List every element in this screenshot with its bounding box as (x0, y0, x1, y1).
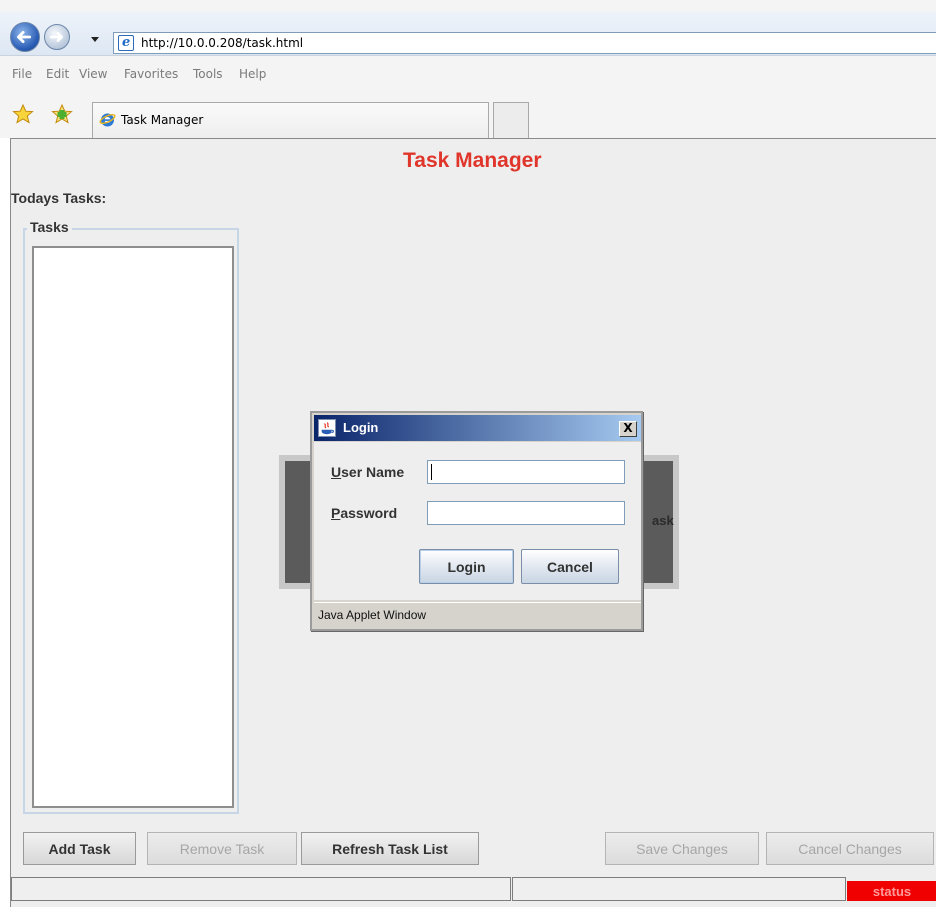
menu-edit[interactable]: Edit (46, 67, 69, 81)
new-tab-button[interactable] (493, 102, 529, 138)
menu-view[interactable]: View (79, 67, 107, 81)
background-panel-text: ask (652, 513, 674, 528)
java-icon (318, 419, 336, 437)
status-field (11, 877, 511, 901)
status-badge: status (847, 881, 936, 901)
page-title: Task Manager (403, 149, 542, 172)
close-icon: X (623, 421, 633, 435)
text-caret (431, 464, 432, 480)
back-button[interactable] (10, 22, 40, 52)
add-favorite-icon[interactable] (51, 104, 73, 124)
username-field[interactable] (427, 460, 625, 484)
save-changes-button[interactable]: Save Changes (605, 832, 759, 865)
menu-tools[interactable]: Tools (193, 67, 223, 81)
tab-title: Task Manager (121, 113, 204, 127)
username-label-text: ser Name (341, 464, 405, 480)
dialog-body: User Name Password Login Cancel (314, 442, 641, 600)
todays-tasks-label: Todays Tasks: (11, 190, 107, 206)
close-button[interactable]: X (619, 421, 637, 437)
cancel-button[interactable]: Cancel (521, 549, 619, 584)
address-bar[interactable]: e http://10.0.0.208/task.html (113, 32, 936, 54)
cancel-changes-button[interactable]: Cancel Changes (766, 832, 934, 865)
password-field[interactable] (427, 501, 625, 525)
forward-arrow-icon (50, 31, 63, 43)
login-dialog: Login X User Name Password Login Cancel … (310, 411, 643, 631)
dialog-titlebar[interactable]: Login X (314, 415, 641, 441)
status-field-secondary (512, 877, 846, 901)
address-row: e http://10.0.0.208/task.html (0, 12, 936, 56)
password-label-text: assword (340, 505, 398, 521)
password-label: Password (331, 505, 397, 521)
ie-page-icon: e (118, 35, 134, 51)
menu-help[interactable]: Help (239, 67, 266, 81)
forward-button[interactable] (44, 24, 70, 50)
tasks-list[interactable] (32, 246, 234, 808)
browser-chrome: e http://10.0.0.208/task.html File Edit … (0, 0, 936, 138)
favorites-star-icon[interactable] (12, 104, 34, 124)
tasks-group-label: Tasks (27, 219, 72, 235)
menu-bar: File Edit View Favorites Tools Help (0, 61, 936, 87)
ie-logo-icon (99, 113, 116, 127)
add-task-button[interactable]: Add Task (23, 832, 136, 865)
menu-favorites[interactable]: Favorites (124, 67, 178, 81)
favorites-bar: Task Manager (0, 94, 936, 138)
dialog-title: Login (343, 420, 379, 435)
password-mnemonic: P (331, 505, 341, 521)
applet-warning-text: Java Applet Window (318, 608, 427, 622)
login-button[interactable]: Login (419, 549, 514, 584)
tab-task-manager[interactable]: Task Manager (92, 102, 489, 138)
refresh-task-list-button[interactable]: Refresh Task List (301, 832, 479, 865)
menu-file[interactable]: File (12, 67, 32, 81)
remove-task-button[interactable]: Remove Task (147, 832, 297, 865)
username-label: User Name (331, 464, 404, 480)
address-text[interactable]: http://10.0.0.208/task.html (141, 36, 303, 50)
recent-pages-dropdown-icon[interactable] (91, 37, 99, 42)
status-row: status (11, 877, 936, 901)
username-mnemonic: U (331, 464, 342, 480)
back-arrow-icon (17, 30, 32, 44)
applet-warning-bar: Java Applet Window (314, 602, 641, 629)
